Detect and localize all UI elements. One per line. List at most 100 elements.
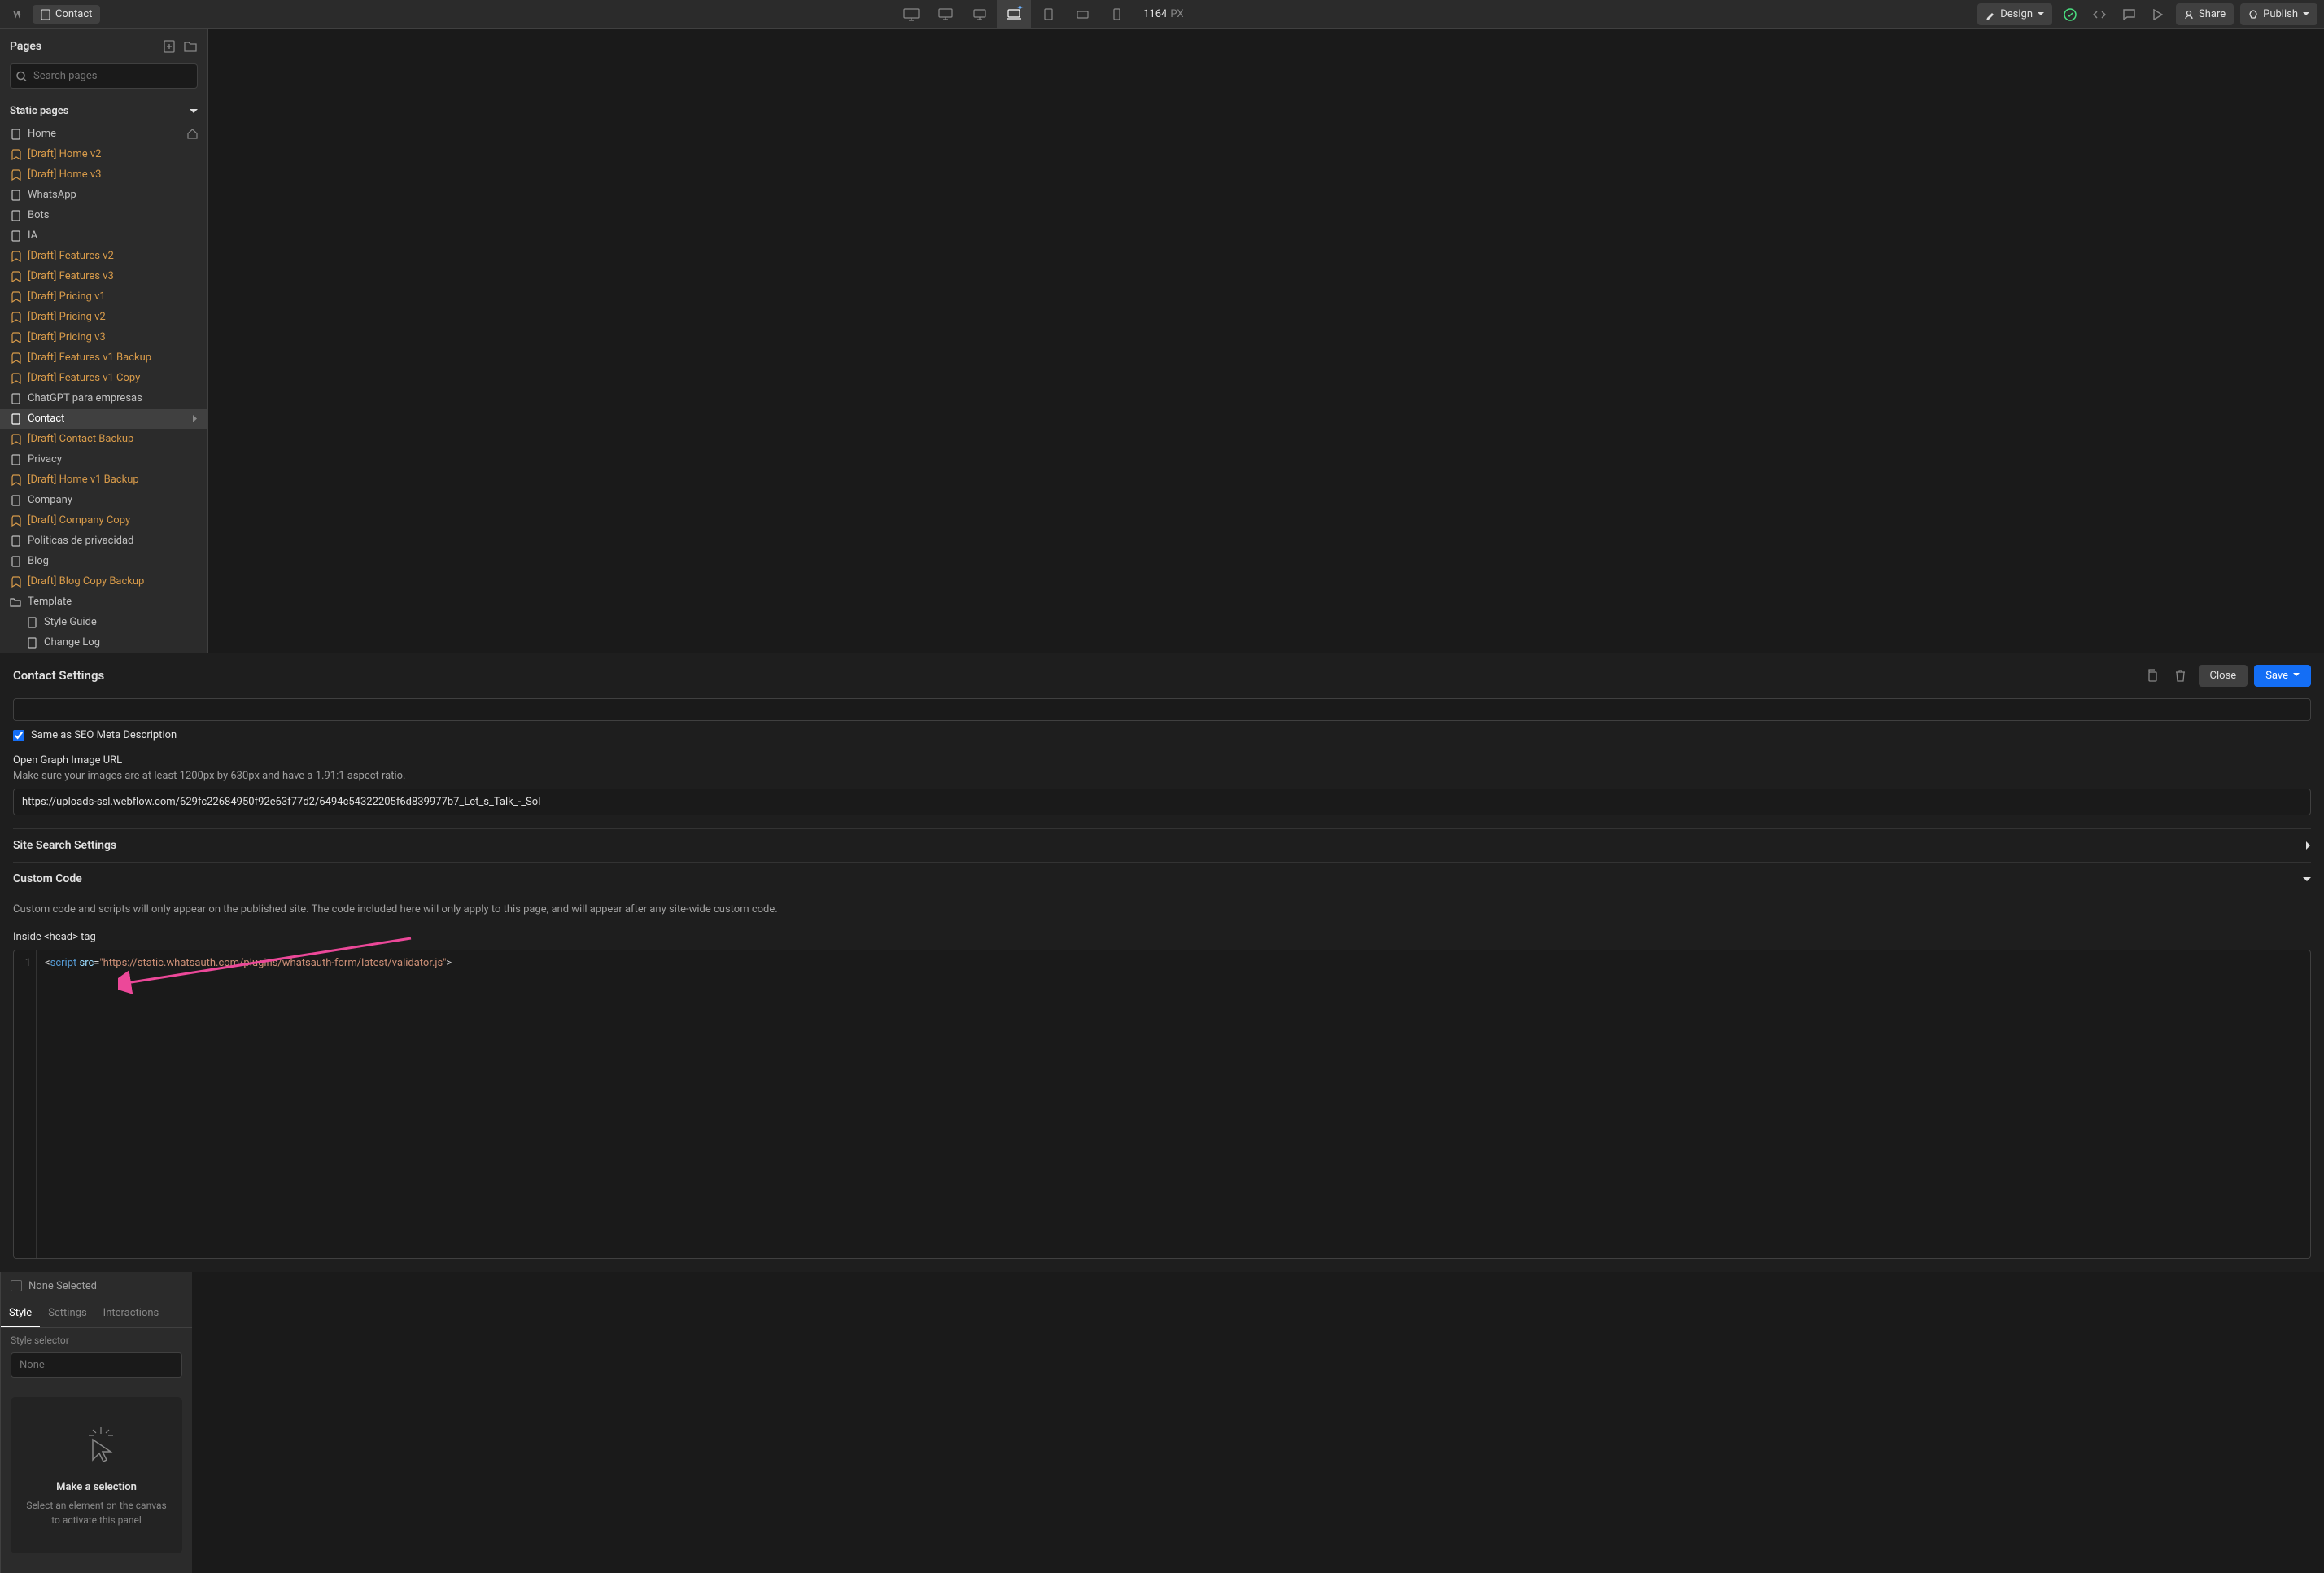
og-image-label: Open Graph Image URL: [13, 754, 2311, 767]
breakpoint-mobile[interactable]: [1099, 0, 1134, 29]
preview-icon[interactable]: [2147, 3, 2169, 26]
same-as-seo-checkbox-row[interactable]: Same as SEO Meta Description: [13, 729, 2311, 741]
custom-code-section[interactable]: Custom Code: [13, 862, 2311, 895]
tab-settings[interactable]: Settings: [40, 1300, 94, 1327]
page-item[interactable]: Style Guide: [0, 612, 208, 632]
page-item[interactable]: Privacy: [0, 449, 208, 470]
page-item[interactable]: [Draft] Contact Backup: [0, 429, 208, 449]
tab-interactions[interactable]: Interactions: [95, 1300, 168, 1327]
settings-title: Contact Settings: [13, 668, 104, 683]
brush-icon: [1985, 10, 1995, 20]
page-item[interactable]: [Draft] Home v2: [0, 144, 208, 164]
meta-description-textarea[interactable]: [13, 698, 2311, 721]
page-item[interactable]: Politicas de privacidad: [0, 531, 208, 551]
page-item[interactable]: [Draft] Pricing v2: [0, 307, 208, 327]
search-pages-input[interactable]: [10, 63, 198, 89]
desktop-icon: [938, 8, 953, 20]
comment-icon[interactable]: [2117, 3, 2140, 26]
selection-checkbox[interactable]: [11, 1280, 22, 1291]
webflow-logo-icon[interactable]: [7, 5, 26, 24]
page-item[interactable]: [Draft] Blog Copy Backup: [0, 571, 208, 592]
same-as-seo-checkbox[interactable]: [13, 730, 24, 741]
page-item-label: Change Log: [44, 636, 100, 649]
tablet-icon: [1044, 8, 1053, 20]
site-search-section[interactable]: Site Search Settings: [13, 828, 2311, 862]
page-item[interactable]: IA: [0, 225, 208, 246]
copy-icon[interactable]: [2140, 664, 2163, 687]
topbar-right: Design Share Publish: [1977, 3, 2317, 26]
design-mode-button[interactable]: Design: [1977, 3, 2052, 25]
page-item[interactable]: [Draft] Features v2: [0, 246, 208, 266]
code-icon[interactable]: [2088, 3, 2111, 26]
page-icon: [10, 556, 21, 567]
share-button[interactable]: Share: [2176, 3, 2234, 25]
delete-icon[interactable]: [2169, 664, 2192, 687]
page-item[interactable]: [Draft] Pricing v1: [0, 286, 208, 307]
page-item[interactable]: [Draft] Features v3: [0, 266, 208, 286]
breakpoint-mobile-landscape[interactable]: [1065, 0, 1099, 29]
current-page-label: Contact: [55, 8, 92, 20]
pages-header: Pages: [0, 29, 208, 63]
current-page-button[interactable]: Contact: [33, 5, 100, 24]
canvas-width[interactable]: 1164PX: [1143, 8, 1183, 20]
page-item-label: [Draft] Home v3: [28, 168, 101, 181]
page-item[interactable]: [Draft] Features v1 Backup: [0, 347, 208, 368]
page-item[interactable]: Bots: [0, 205, 208, 225]
mobile-landscape-icon: [1077, 11, 1089, 19]
page-icon: [10, 210, 21, 221]
draft-page-icon: [10, 291, 21, 303]
page-item-label: Contact: [28, 413, 64, 425]
page-item[interactable]: WhatsApp: [0, 185, 208, 205]
page-item-label: [Draft] Company Copy: [28, 514, 130, 527]
code-content[interactable]: <script src="https://static.whatsauth.co…: [37, 950, 460, 1258]
style-panel: None Selected Style Settings Interaction…: [0, 1272, 192, 1573]
page-item[interactable]: [Draft] Features v1 Copy: [0, 368, 208, 388]
custom-code-label: Custom Code: [13, 872, 82, 885]
draft-page-icon: [10, 373, 21, 384]
page-item[interactable]: ChatGPT para empresas: [0, 388, 208, 409]
page-item[interactable]: [Draft] Home v3: [0, 164, 208, 185]
page-item[interactable]: Blog: [0, 551, 208, 571]
page-icon: [10, 495, 21, 506]
breakpoint-tablet-large[interactable]: ✦: [997, 0, 1031, 29]
page-item[interactable]: Change Log: [0, 632, 208, 653]
check-status-icon[interactable]: [2059, 3, 2082, 26]
new-folder-icon[interactable]: [183, 39, 198, 54]
draft-page-icon: [10, 474, 21, 486]
publish-button[interactable]: Publish: [2240, 3, 2317, 25]
breakpoint-desktop-small[interactable]: [963, 0, 997, 29]
page-item-label: [Draft] Features v1 Backup: [28, 352, 151, 364]
folder-icon: [10, 596, 21, 608]
page-item-label: Blog: [28, 555, 49, 567]
tab-style[interactable]: Style: [1, 1300, 40, 1327]
panel-tabs: Style Settings Interactions: [1, 1300, 192, 1328]
page-item[interactable]: Home: [0, 124, 208, 144]
head-code-editor[interactable]: 1 <script src="https://static.whatsauth.…: [13, 950, 2311, 1259]
new-page-icon[interactable]: [162, 39, 177, 54]
page-item-label: [Draft] Home v2: [28, 148, 101, 160]
search-icon: [16, 71, 27, 81]
static-pages-header[interactable]: Static pages: [0, 98, 208, 124]
page-item[interactable]: Contact: [0, 409, 208, 429]
mode-label: Design: [2000, 8, 2033, 20]
page-icon: [10, 230, 21, 242]
style-selector-input[interactable]: [11, 1352, 182, 1378]
breakpoint-desktop-large[interactable]: [894, 0, 928, 29]
page-item[interactable]: Company: [0, 490, 208, 510]
og-image-input[interactable]: [13, 789, 2311, 815]
pages-title: Pages: [10, 40, 42, 53]
page-item-label: Home: [28, 128, 56, 140]
page-item[interactable]: [Draft] Company Copy: [0, 510, 208, 531]
custom-code-desc: Custom code and scripts will only appear…: [13, 902, 2311, 918]
page-item[interactable]: [Draft] Home v1 Backup: [0, 470, 208, 490]
save-button[interactable]: Save: [2254, 665, 2311, 687]
breakpoint-tablet[interactable]: [1031, 0, 1065, 29]
settings-panel: Contact Settings Close Save Same as SEO …: [0, 653, 2324, 1272]
page-item[interactable]: [Draft] Pricing v3: [0, 327, 208, 347]
mobile-icon: [1113, 8, 1120, 20]
page-item[interactable]: Template: [0, 592, 208, 612]
page-item-label: [Draft] Features v2: [28, 250, 114, 262]
close-button[interactable]: Close: [2199, 665, 2248, 687]
publish-label: Publish: [2263, 8, 2298, 20]
breakpoint-desktop[interactable]: [928, 0, 963, 29]
